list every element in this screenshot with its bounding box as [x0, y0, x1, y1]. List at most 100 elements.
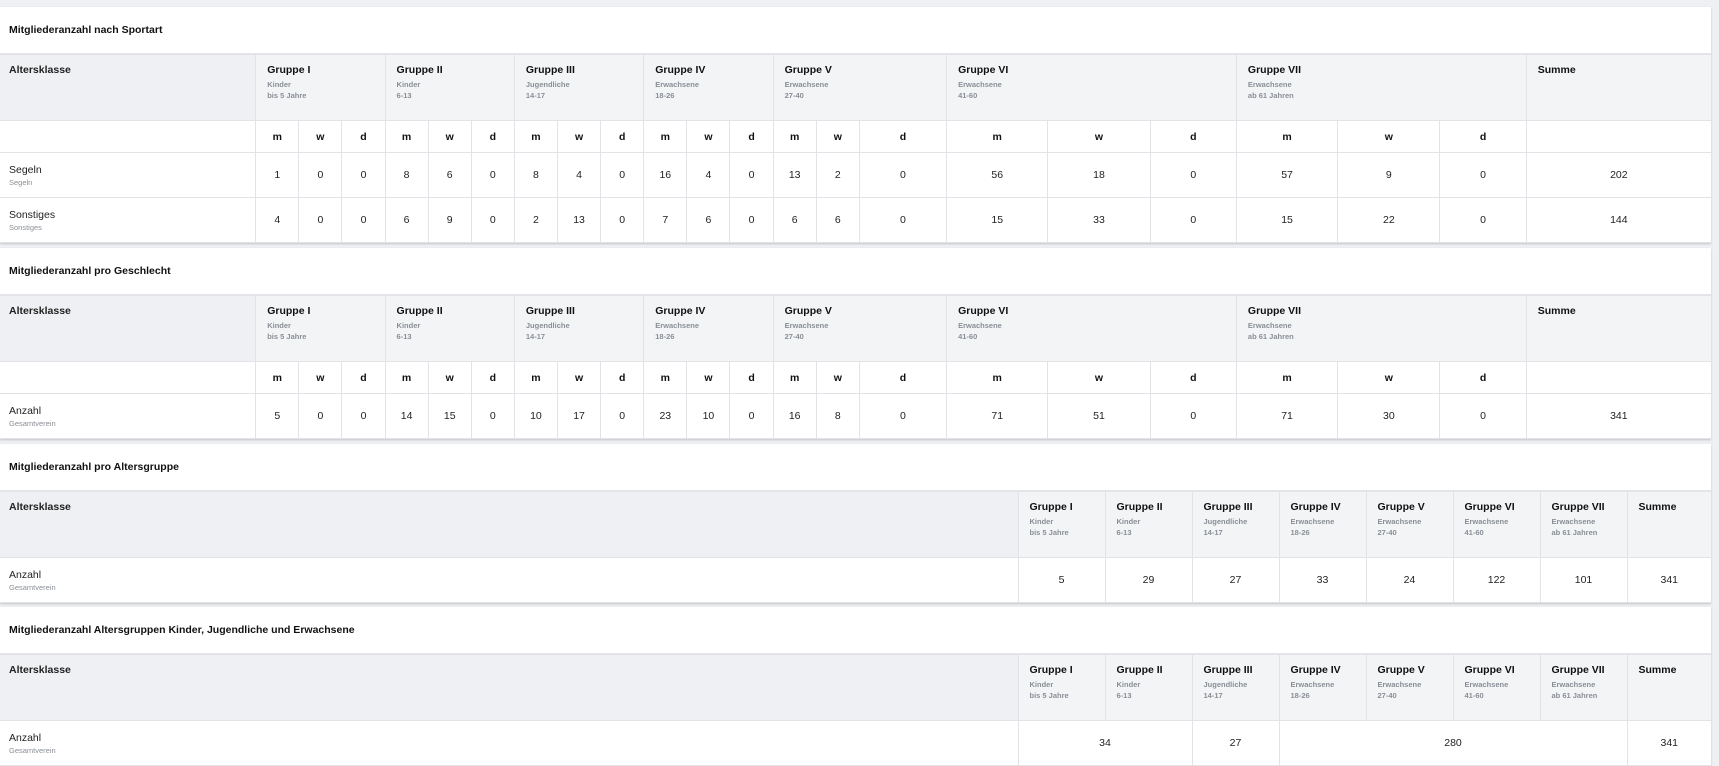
gender-d-header: d	[858, 120, 948, 153]
gender-w-header: w	[556, 361, 602, 394]
table-altersgruppe: Altersklasse Gruppe I Kinder bis 5 Jahre Gru…	[0, 491, 1711, 603]
gender-d-header: d	[600, 120, 645, 153]
group-header: Gruppe II Kinder 6-13	[1104, 654, 1193, 721]
group-age-range: 18-26	[655, 91, 675, 100]
table-row: Sonstiges Sonstiges 4 0 0 6 9 0 2 13 0 7 6 0 6 6 0 15 33 0 1…	[0, 197, 1711, 243]
value-cell: 30	[1337, 393, 1441, 439]
value-cell: 23	[643, 393, 688, 439]
gender-w-header: w	[556, 120, 602, 153]
empty-cell	[0, 120, 257, 153]
gender-m-header: m	[643, 120, 688, 153]
group-name: Gruppe VII	[1247, 64, 1301, 76]
group-category: Jugendliche	[1203, 517, 1248, 526]
value-cell: 4	[556, 152, 602, 198]
row-label: Anzahl Gesamtverein	[0, 720, 1019, 766]
altersklasse-header: Altersklasse	[0, 654, 1019, 721]
group-header: Gruppe III Jugendliche 14-17	[513, 54, 645, 121]
summe-header: Summe	[1525, 295, 1711, 362]
group-name: Gruppe III	[525, 64, 575, 76]
table-row: Anzahl Gesamtverein 34 27 280 341	[0, 720, 1711, 766]
group-name: Gruppe III	[525, 305, 575, 317]
group-age-range: 27-40	[784, 332, 804, 341]
group-name: Gruppe VII	[1551, 501, 1605, 513]
value-cell: 71	[946, 393, 1049, 439]
value-cell: 1	[255, 152, 300, 198]
gender-d-header: d	[858, 361, 948, 394]
group-name: Gruppe I	[1029, 501, 1073, 513]
gender-m-header: m	[513, 361, 559, 394]
empty-cell	[1525, 361, 1711, 394]
value-cell: 15	[427, 393, 472, 439]
group-age-range: 6-13	[396, 91, 412, 100]
card-altersgruppe: Mitgliederanzahl pro Altersgruppe Alters…	[0, 444, 1711, 603]
group-age-range: 6-13	[1116, 691, 1132, 700]
group-category: Erwachsene	[655, 321, 700, 330]
gender-w-header: w	[686, 120, 731, 153]
group-age-range: 6-13	[396, 332, 412, 341]
value-cell: 6	[686, 197, 731, 243]
value-cell: 0	[1149, 197, 1237, 243]
gender-w-header: w	[1047, 120, 1151, 153]
group-category: Erwachsene	[784, 80, 829, 89]
group-header: Gruppe I Kinder bis 5 Jahre	[255, 295, 386, 362]
group-category: Kinder	[1116, 680, 1141, 689]
value-cell: 29	[1104, 557, 1193, 603]
table-row: Anzahl Gesamtverein 5 0 0 14 15 0 10 17 0 23 10 0 16 8 0…	[0, 393, 1711, 439]
group-category: Erwachsene	[1464, 517, 1509, 526]
group-category: Kinder	[1029, 680, 1054, 689]
gender-d-header: d	[729, 120, 774, 153]
group-category: Erwachsene	[655, 80, 700, 89]
group-category: Erwachsene	[784, 321, 829, 330]
value-cell: 4	[686, 152, 731, 198]
group-age-range: 14-17	[525, 91, 546, 100]
group-name: Gruppe I	[267, 305, 311, 317]
group-category: Kinder	[1029, 517, 1054, 526]
group-header: Gruppe IV Erwachsene 18-26	[643, 54, 774, 121]
group-category: Kinder	[396, 321, 421, 330]
value-cell: 122	[1452, 557, 1541, 603]
group-name: Gruppe III	[1203, 664, 1253, 676]
header-row: Altersklasse Gruppe I Kinder bis 5 Jahre Gru…	[0, 491, 1711, 558]
value-cell: 0	[600, 197, 645, 243]
gender-m-header: m	[255, 120, 300, 153]
value-cell: 0	[1439, 393, 1527, 439]
table-kje: Altersklasse Gruppe I Kinder bis 5 Jahre Gru…	[0, 654, 1711, 766]
value-cell: 0	[1439, 197, 1527, 243]
gender-w-header: w	[298, 120, 343, 153]
value-cell: 0	[470, 152, 515, 198]
gender-w-header: w	[686, 361, 731, 394]
group-name: Gruppe VII	[1247, 305, 1301, 317]
row-label-main: Anzahl	[9, 731, 42, 744]
group-age-range: ab 61 Jahren	[1247, 332, 1294, 341]
group-header: Gruppe IV Erwachsene 18-26	[643, 295, 774, 362]
gender-m-header: m	[1235, 361, 1339, 394]
group-category: Erwachsene	[1377, 517, 1422, 526]
gender-d-header: d	[600, 361, 645, 394]
group-name: Gruppe IV	[1290, 664, 1341, 676]
row-label-main: Sonstiges	[9, 208, 56, 221]
row-label: Anzahl Gesamtverein	[0, 557, 1019, 603]
group-category: Erwachsene	[1551, 680, 1596, 689]
group-age-range: 27-40	[1377, 691, 1397, 700]
value-cell: 0	[298, 197, 343, 243]
group-name: Gruppe VII	[1551, 664, 1605, 676]
row-label-sub: Sonstiges	[9, 222, 42, 232]
gender-header-row: mwdmwdmwdmwdmwdmwdmwd	[0, 361, 1711, 394]
group-category: Erwachsene	[958, 321, 1002, 330]
group-header: Gruppe I Kinder bis 5 Jahre	[255, 54, 386, 121]
value-cell: 0	[298, 152, 343, 198]
value-cell: 10	[686, 393, 731, 439]
sum-cell: 341	[1626, 720, 1711, 766]
group-name: Gruppe V	[1377, 501, 1425, 513]
group-category: Jugendliche	[1203, 680, 1248, 689]
value-cell: 0	[600, 393, 645, 439]
gender-w-header: w	[1337, 120, 1441, 153]
group-header: Gruppe II Kinder 6-13	[384, 295, 515, 362]
value-cell: 15	[946, 197, 1049, 243]
group-header: Gruppe VII Erwachsene ab 61 Jahren	[1235, 295, 1527, 362]
group-name: Gruppe VI	[958, 305, 1009, 317]
altersklasse-header: Altersklasse	[0, 54, 257, 121]
group-header: Gruppe VI Erwachsene 41-60	[1452, 654, 1541, 721]
group-name: Gruppe I	[267, 64, 311, 76]
value-cell: 15	[1235, 197, 1339, 243]
